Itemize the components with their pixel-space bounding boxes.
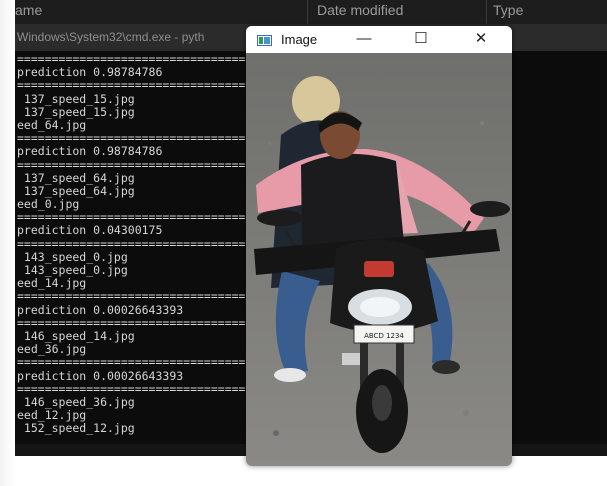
- console-line: prediction 0.04300175: [17, 223, 163, 238]
- background-edge: [0, 0, 15, 486]
- number-plate-text: ABCD 1234: [364, 332, 404, 340]
- console-line: 137_speed_64.jpg: [17, 170, 135, 185]
- console-line: prediction 0.98784786: [17, 144, 163, 159]
- file-explorer-header: ame Date modified Type: [15, 0, 607, 24]
- motorcycle-riders-photo: ABCD 1234: [246, 53, 512, 466]
- column-type[interactable]: Type: [493, 2, 523, 18]
- image-viewer-window[interactable]: Image — ☐ ✕ ABCD 1234: [246, 26, 512, 466]
- console-line: prediction 0.00026643393: [17, 302, 184, 317]
- console-line: prediction 0.00026643393: [17, 368, 184, 383]
- console-line: =====================================: [17, 289, 249, 304]
- maximize-button[interactable]: ☐: [400, 28, 442, 52]
- column-name[interactable]: ame: [15, 2, 42, 18]
- console-line: =====================================: [17, 236, 249, 251]
- app-window-icon: [257, 35, 272, 46]
- column-divider: [486, 0, 487, 24]
- column-divider: [307, 0, 308, 24]
- console-line: 137_speed_15.jpg: [17, 91, 135, 106]
- close-button[interactable]: ✕: [460, 28, 502, 52]
- image-titlebar[interactable]: Image — ☐ ✕: [246, 26, 512, 53]
- console-line: =====================================: [17, 157, 249, 172]
- console-line: =====================================: [17, 315, 249, 330]
- console-line: 152_speed_12.jpg: [17, 421, 135, 436]
- console-output: ===================================== pre…: [17, 53, 249, 443]
- column-date-modified[interactable]: Date modified: [317, 2, 403, 18]
- minimize-button[interactable]: —: [343, 28, 385, 52]
- console-line: =====================================: [17, 78, 249, 93]
- console-line: 137_speed_15.jpg: [17, 104, 135, 119]
- console-title: Windows\System32\cmd.exe - pyth: [17, 30, 205, 44]
- console-line: =====================================: [17, 381, 249, 396]
- console-line: =====================================: [17, 355, 249, 370]
- window-title: Image: [281, 32, 318, 47]
